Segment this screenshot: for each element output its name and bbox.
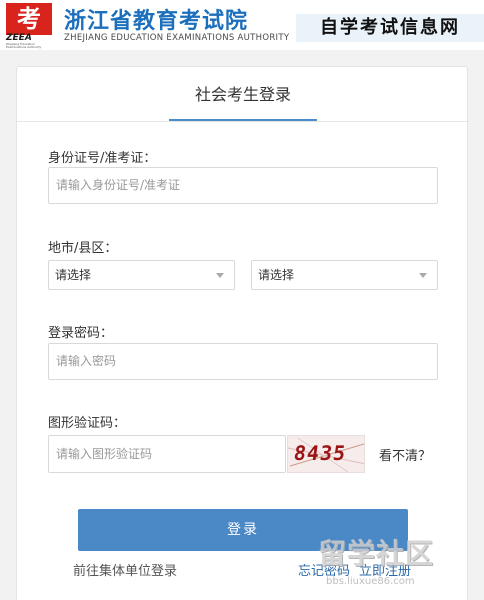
chevron-down-icon [216, 273, 224, 278]
watermark-title: 留学社区 [318, 537, 435, 570]
tab-social-candidate-login[interactable]: 社会考生登录 [17, 81, 469, 105]
logo-mark: 考 [6, 3, 52, 35]
county-select-value: 请选择 [258, 268, 295, 282]
city-select-value: 请选择 [55, 268, 92, 282]
site-header: 考 ZEEA Zhejiang Education Examinations A… [0, 0, 484, 50]
logo-fine-text: Zhejiang Education Examinations Authorit… [6, 42, 42, 49]
captcha-input[interactable]: 请输入图形验证码 [48, 435, 286, 473]
watermark: 留学社区 bbs.liuxue86.com [318, 532, 478, 598]
county-select[interactable]: 请选择 [251, 260, 438, 290]
password-input[interactable]: 请输入密码 [48, 343, 438, 380]
captcha-image[interactable]: 8435 [287, 435, 365, 473]
zeea-logo[interactable]: 考 ZEEA Zhejiang Education Examinations A… [6, 3, 52, 49]
captcha-label: 图形验证码： [48, 416, 127, 431]
login-card: 社会考生登录 身份证号/准考证： 请输入身份证号/准考证 地市/县区： 请选择 … [16, 66, 469, 600]
id-label: 身份证号/准考证： [48, 151, 157, 166]
org-name-en: ZHEJIANG EDUCATION EXAMINATIONS AUTHORIT… [64, 33, 290, 43]
captcha-code: 8435 [292, 441, 348, 465]
refresh-captcha-link[interactable]: 看不清？ [379, 445, 431, 464]
chevron-down-icon [419, 273, 427, 278]
city-select[interactable]: 请选择 [48, 260, 235, 290]
password-label: 登录密码： [48, 326, 114, 341]
site-name: 自学考试信息网 [296, 14, 484, 42]
org-name: 浙江省教育考试院 [64, 8, 249, 34]
tab-divider [17, 121, 469, 122]
region-label: 地市/县区： [48, 241, 118, 256]
watermark-url: bbs.liuxue86.com [326, 576, 415, 587]
id-input[interactable]: 请输入身份证号/准考证 [48, 167, 438, 204]
group-login-link[interactable]: 前往集体单位登录 [73, 560, 177, 579]
